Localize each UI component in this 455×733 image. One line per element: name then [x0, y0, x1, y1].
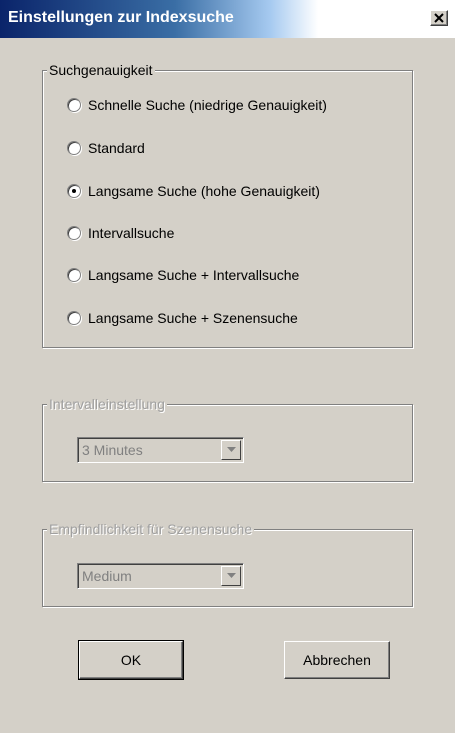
window-title: Einstellungen zur Indexsuche — [8, 9, 234, 26]
ok-button[interactable]: OK — [78, 640, 184, 680]
interval-select-value: 3 Minutes — [82, 442, 143, 458]
cancel-button[interactable]: Abbrechen — [284, 641, 390, 679]
radio-label: Intervallsuche — [88, 225, 175, 241]
scene-sensitivity-legend: Empfindlichkeit für Szenensuche — [47, 521, 255, 537]
scene-sensitivity-group: Empfindlichkeit für Szenensuche Medium — [42, 521, 413, 607]
interval-setting-legend: Intervalleinstellung — [47, 396, 167, 412]
radio-option-slow-scene[interactable]: Langsame Suche + Szenensuche — [67, 308, 298, 328]
radio-label: Langsame Suche + Intervallsuche — [88, 267, 300, 283]
radio-option-fast[interactable]: Schnelle Suche (niedrige Genauigkeit) — [67, 95, 327, 115]
radio-label: Standard — [88, 140, 145, 156]
radio-label: Langsame Suche + Szenensuche — [88, 310, 298, 326]
title-bar[interactable]: Einstellungen zur Indexsuche — [0, 0, 455, 38]
close-button[interactable] — [430, 10, 448, 26]
scene-sensitivity-select[interactable]: Medium — [77, 563, 244, 589]
interval-dropdown-button[interactable] — [221, 440, 241, 460]
radio-option-standard[interactable]: Standard — [67, 138, 145, 158]
radio-label: Schnelle Suche (niedrige Genauigkeit) — [88, 97, 327, 113]
interval-setting-group: Intervalleinstellung 3 Minutes — [42, 396, 413, 482]
radio-icon[interactable] — [67, 141, 81, 155]
radio-option-interval[interactable]: Intervallsuche — [67, 223, 174, 243]
radio-label: Langsame Suche (hohe Genauigkeit) — [88, 183, 320, 199]
interval-select[interactable]: 3 Minutes — [77, 437, 244, 463]
radio-checked-icon[interactable] — [67, 184, 81, 198]
search-accuracy-group: Suchgenauigkeit Schnelle Suche (niedrige… — [42, 62, 413, 348]
chevron-down-icon — [227, 573, 236, 578]
close-icon — [434, 13, 444, 23]
radio-icon[interactable] — [67, 268, 81, 282]
scene-sensitivity-value: Medium — [82, 568, 132, 584]
search-accuracy-legend: Suchgenauigkeit — [47, 62, 155, 78]
radio-icon[interactable] — [67, 226, 81, 240]
radio-option-slow-interval[interactable]: Langsame Suche + Intervallsuche — [67, 265, 299, 285]
radio-option-slow[interactable]: Langsame Suche (hohe Genauigkeit) — [67, 181, 320, 201]
radio-icon[interactable] — [67, 311, 81, 325]
radio-icon[interactable] — [67, 98, 81, 112]
chevron-down-icon — [227, 447, 236, 452]
scene-dropdown-button[interactable] — [221, 566, 241, 586]
